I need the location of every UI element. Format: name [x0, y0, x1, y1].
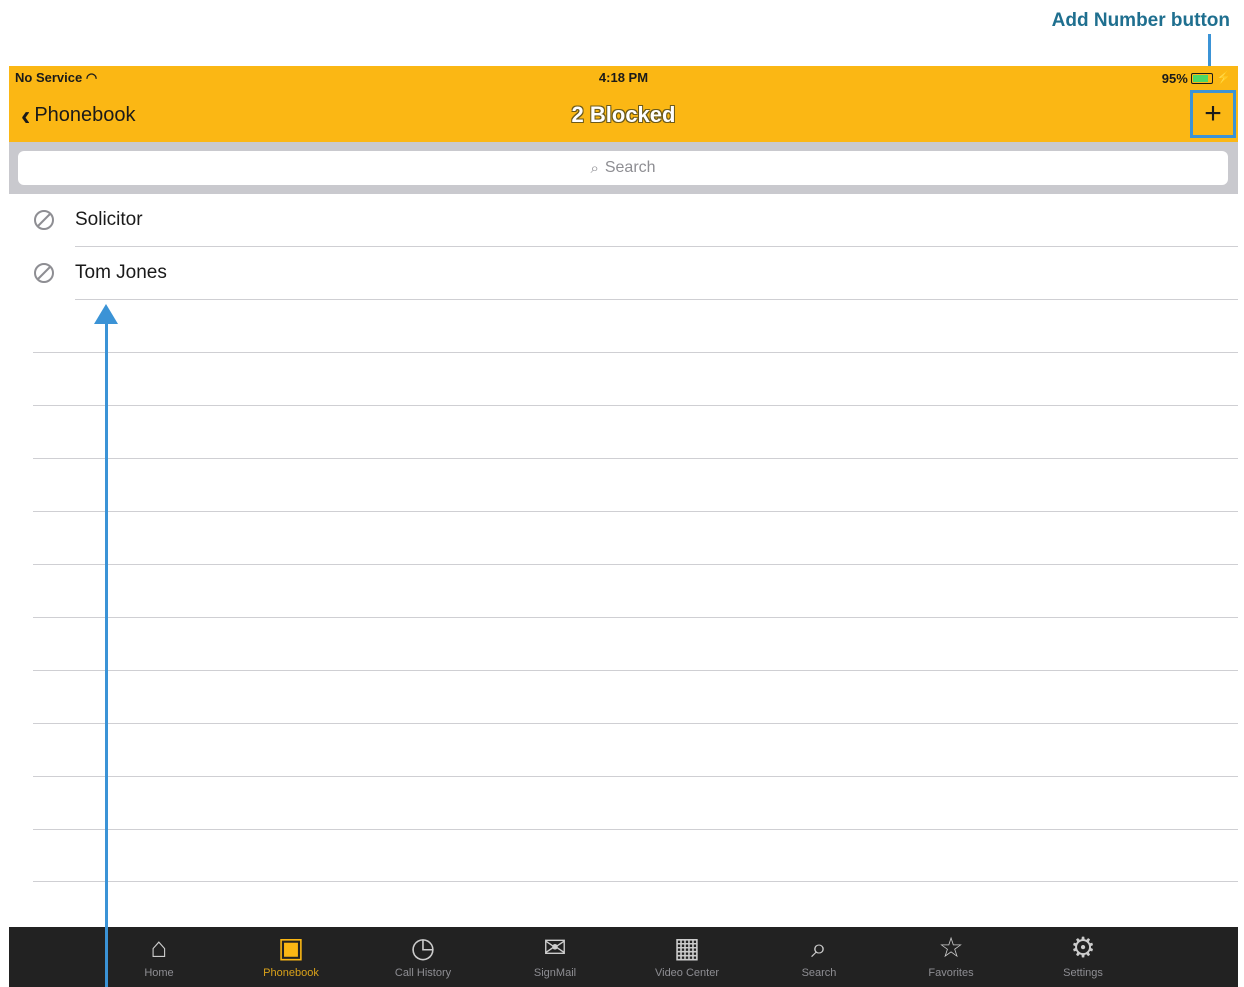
tab-label: Settings: [1063, 967, 1103, 979]
empty-row-divider: [33, 776, 1238, 777]
add-number-callout-label: Add Number button: [1051, 10, 1230, 31]
empty-row-divider: [33, 405, 1238, 406]
contact-name: Solicitor: [75, 209, 143, 230]
tab-label: Video Center: [654, 967, 719, 979]
tab-video-center[interactable]: ▦ Video Center: [621, 929, 753, 979]
empty-row-divider: [33, 352, 1238, 353]
home-icon: ⌂: [150, 932, 168, 963]
tab-signmail[interactable]: ✉ SignMail: [489, 929, 621, 979]
empty-row-divider: [33, 617, 1238, 618]
blocked-list-callout-arrow: [94, 304, 118, 324]
tab-search[interactable]: ⌕ Search: [753, 929, 885, 979]
empty-row-divider: [33, 670, 1238, 671]
tab-home[interactable]: ⌂ Home: [93, 929, 225, 979]
app-frame: No Service ◠ 4:18 PM 95% ⚡ ‹ Phonebook 2…: [9, 66, 1238, 987]
tab-favorites[interactable]: ☆ Favorites: [885, 929, 1017, 979]
battery-percent: 95%: [1161, 70, 1188, 86]
blocked-icon: [34, 263, 54, 283]
empty-row-divider: [33, 458, 1238, 459]
favorites-icon: ☆: [938, 932, 964, 963]
tab-label: Phonebook: [263, 967, 319, 979]
empty-row-divider: [33, 723, 1238, 724]
tab-phonebook[interactable]: ▣ Phonebook: [225, 929, 357, 979]
battery-status: 95% ⚡: [1162, 70, 1232, 86]
tab-settings[interactable]: ⚙ Settings: [1017, 929, 1149, 979]
add-number-button[interactable]: +: [1190, 90, 1236, 138]
status-time: 4:18 PM: [598, 70, 649, 85]
blocked-icon: [34, 210, 54, 230]
navigation-bar: ‹ Phonebook 2 Blocked +: [9, 90, 1238, 142]
status-bar: No Service ◠ 4:18 PM 95% ⚡: [9, 66, 1238, 90]
empty-row-divider: [33, 829, 1238, 830]
blocked-list-callout-line: [105, 322, 108, 987]
tab-bar: ⌂ Home ▣ Phonebook ◷ Call History ✉ Sign…: [9, 927, 1238, 987]
video-center-icon: ▦: [673, 932, 701, 963]
battery-icon: [1190, 72, 1213, 84]
call-history-icon: ◷: [410, 932, 436, 963]
tab-label: SignMail: [533, 967, 577, 979]
charging-icon: ⚡: [1215, 70, 1232, 85]
search-placeholder: Search: [604, 159, 656, 176]
list-item[interactable]: Tom Jones: [9, 247, 1238, 300]
tab-label: Home: [144, 967, 174, 979]
blocked-list: Solicitor Tom Jones: [9, 194, 1238, 300]
search-icon: ⌕: [590, 159, 599, 177]
tab-label: Search: [801, 967, 837, 979]
page-title: 2 Blocked: [571, 102, 676, 127]
row-divider: [75, 299, 1238, 300]
add-number-callout-line: [1208, 34, 1211, 66]
empty-row-divider: [33, 511, 1238, 512]
plus-icon: +: [1204, 97, 1222, 130]
tab-label: Call History: [394, 967, 452, 979]
list-item[interactable]: Solicitor: [9, 194, 1238, 247]
search-bar: ⌕ Search: [9, 142, 1238, 194]
settings-icon: ⚙: [1070, 932, 1096, 963]
search-icon: ⌕: [811, 932, 827, 963]
tab-call-history[interactable]: ◷ Call History: [357, 929, 489, 979]
signmail-icon: ✉: [543, 932, 567, 963]
empty-row-divider: [33, 881, 1238, 882]
phonebook-icon: ▣: [277, 932, 305, 963]
search-input[interactable]: ⌕ Search: [18, 151, 1228, 185]
contact-name: Tom Jones: [75, 262, 167, 283]
tab-label: Favorites: [928, 967, 974, 979]
empty-row-divider: [33, 564, 1238, 565]
